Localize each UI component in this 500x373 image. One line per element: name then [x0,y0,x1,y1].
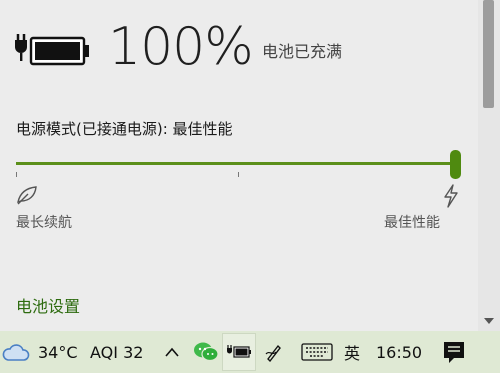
cloud-weather-icon[interactable] [2,331,30,373]
touch-keyboard-icon[interactable] [301,331,335,373]
scrollbar[interactable] [478,0,500,331]
notification-center-icon[interactable] [440,331,470,373]
lightning-bolt-icon [444,184,458,208]
taskbar: 34°C AQI 32 英 16:50 [0,331,500,373]
battery-plugged-icon [15,34,89,66]
chevron-up-icon[interactable] [164,331,182,373]
slider-tick [238,172,239,177]
best-performance-label: 最佳性能 [384,215,440,231]
scroll-down-arrow-icon[interactable] [483,316,495,326]
power-mode-label: 电源模式(已接通电源): 最佳性能 [16,120,233,138]
wechat-icon[interactable] [193,331,219,373]
clock-time[interactable]: 16:50 [376,331,422,373]
battery-percentage: 100% [108,17,254,77]
battery-tray-icon[interactable] [226,331,252,373]
power-mode-slider[interactable] [16,150,462,180]
leaf-icon [17,186,37,205]
best-battery-label: 最长续航 [16,215,72,231]
scrollbar-thumb[interactable] [483,0,494,108]
slider-thumb[interactable] [450,150,461,179]
input-method-indicator[interactable]: 英 [344,331,360,373]
battery-status-text: 电池已充满 [262,42,343,61]
air-quality-text[interactable]: AQI 32 [90,331,143,373]
slider-tick [16,172,17,177]
temperature-text[interactable]: 34°C [38,331,78,373]
battery-flyout: 100% 电池已充满 电源模式(已接通电源): 最佳性能 最长续航 最佳性能 电… [0,0,478,331]
slider-track[interactable] [16,162,456,165]
battery-settings-link[interactable]: 电池设置 [16,293,80,317]
pen-workspace-icon[interactable] [264,331,286,373]
